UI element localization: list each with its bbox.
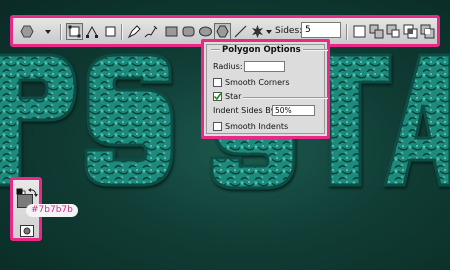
radius-label: Radius: [213,62,243,71]
geometry-options-dropdown[interactable] [264,23,274,40]
rounded-rectangle-icon [182,26,195,37]
sides-input[interactable] [301,22,341,38]
letter-s [84,53,174,187]
star-checkbox[interactable] [213,92,222,101]
line-icon [234,25,247,38]
toolbar-separator [121,24,123,40]
indent-sides-input[interactable]: 50% [272,105,315,116]
letter-a [383,53,450,187]
fill-pixels-button[interactable] [102,23,119,40]
shape-layers-button[interactable] [66,23,83,40]
quick-mask-icon [20,225,34,237]
rounded-rectangle-tool-button[interactable] [180,23,197,40]
tool-preset-dropdown[interactable] [43,23,53,40]
quick-mask-button[interactable] [20,222,34,237]
subtract-from-shape-button[interactable] [385,23,402,40]
paths-button[interactable] [84,23,101,40]
line-tool-button[interactable] [232,23,249,40]
pen-icon [127,25,141,39]
default-colors-button[interactable] [16,183,26,198]
foreground-color-tooltip: #7b7b7b [26,204,78,217]
new-shape-layer-button[interactable] [351,23,368,40]
exclude-icon [420,24,435,39]
polygon-options-panel: Polygon Options Radius: Smooth Corners S… [201,39,330,139]
freeform-pen-button[interactable] [143,23,160,40]
dropdown-arrow-icon [45,30,51,34]
shape-layers-icon [68,25,81,38]
add-to-shape-icon [369,24,384,39]
polygon-tool-button[interactable] [214,23,231,40]
geometry-options-dropdown-icon [266,30,272,34]
polygon-options-frame: Polygon Options Radius: Smooth Corners S… [206,44,328,134]
freeform-pen-icon [144,25,158,38]
pen-tool-button[interactable] [126,23,143,40]
rectangle-icon [165,26,178,37]
toolbar-separator [346,24,348,40]
tool-preset-picker[interactable] [18,23,42,40]
star-label: Star [225,92,242,101]
polygon-icon [216,25,229,38]
intersect-icon [403,24,418,39]
add-to-shape-button[interactable] [368,23,385,40]
polygon-options-title: Polygon Options [220,45,303,55]
exclude-overlap-button[interactable] [419,23,436,40]
fill-pixels-icon [105,26,116,37]
intersect-shape-button[interactable] [402,23,419,40]
swap-colors-button[interactable] [28,182,38,197]
toolbar-separator [60,24,62,40]
paths-icon [86,25,98,38]
sides-label: Sides: [275,26,303,36]
checkmark-icon [213,93,222,101]
smooth-corners-checkbox[interactable] [213,78,222,87]
new-layer-icon [353,25,366,38]
letter-p [0,53,77,187]
radius-input[interactable] [244,61,285,72]
rectangle-tool-button[interactable] [163,23,180,40]
smooth-indents-checkbox[interactable] [213,122,222,131]
subtract-icon [386,24,400,38]
indent-sides-label: Indent Sides By: [213,106,278,115]
ellipse-icon [199,26,212,37]
smooth-corners-label: Smooth Corners [225,78,290,87]
ellipse-tool-button[interactable] [197,23,214,40]
polygon-tool-preset-icon [20,25,34,38]
star-divider [243,97,328,99]
smooth-indents-label: Smooth Indents [225,122,289,131]
